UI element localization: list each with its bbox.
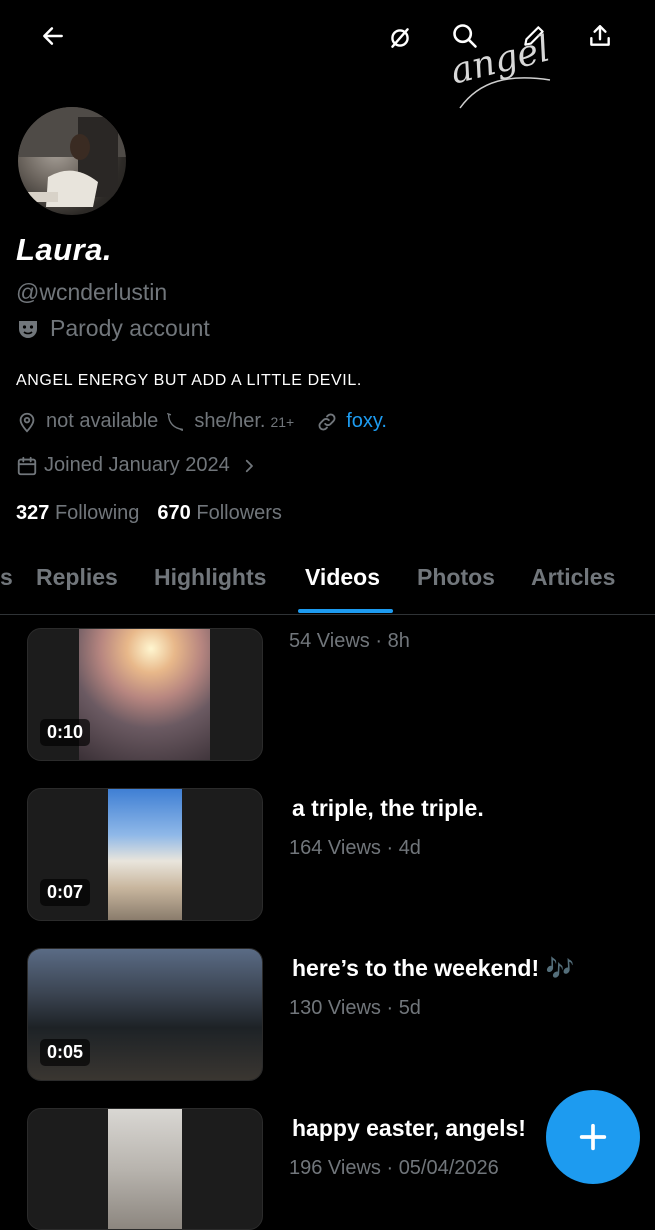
no-sync-button[interactable] — [378, 16, 422, 60]
share-icon — [590, 25, 610, 46]
back-button[interactable] — [31, 14, 75, 58]
tab-photos[interactable]: Photos — [417, 564, 495, 591]
video-stats: 196 Views · 05/04/2026 — [289, 1157, 499, 1179]
followers-label: Followers — [196, 502, 282, 524]
plus-icon — [579, 1123, 607, 1151]
video-thumbnail[interactable]: 0:05 — [27, 948, 263, 1081]
location-pin-icon — [19, 412, 35, 432]
tab-articles[interactable]: Articles — [531, 564, 615, 591]
video-duration: 0:05 — [40, 1039, 91, 1066]
following-count: 327 — [16, 502, 50, 524]
pronouns-text: she/her. — [194, 410, 266, 432]
video-frame — [79, 629, 210, 760]
joined-row[interactable]: Joined January 2024 — [16, 454, 258, 477]
chevron-right-icon — [245, 459, 253, 472]
tab-replies[interactable]: Replies — [36, 564, 118, 591]
video-duration: 0:07 — [40, 879, 91, 906]
followers-link[interactable]: 670 Followers — [157, 502, 282, 525]
link-icon — [318, 413, 336, 430]
video-frame — [108, 1109, 182, 1229]
parody-label: Parody account — [16, 315, 210, 342]
display-name: Laura. — [16, 232, 113, 267]
avatar-photo — [18, 107, 126, 207]
no-sync-icon — [391, 28, 409, 48]
video-frame — [108, 789, 182, 920]
profile-link[interactable]: foxy. — [346, 410, 387, 433]
video-stats: 164 Views · 4d — [289, 837, 421, 859]
following-label: Following — [54, 502, 140, 524]
tab-highlights[interactable]: Highlights — [154, 564, 266, 591]
age-tag: 21+ — [270, 413, 295, 430]
video-title[interactable]: happy easter, angels! — [292, 1115, 526, 1142]
tab-videos[interactable]: Videos — [305, 564, 380, 591]
arrow-left-icon — [43, 27, 63, 45]
joined-text: Joined January 2024 — [44, 454, 230, 476]
profile-meta: not available she/her. 21+ foxy. — [16, 410, 387, 433]
location-text: not available — [46, 410, 159, 432]
tab-partial[interactable]: s — [0, 564, 13, 591]
calendar-icon — [17, 456, 37, 475]
video-thumbnail[interactable]: 0:10 — [27, 628, 263, 761]
phone-icon — [167, 412, 184, 431]
active-tab-indicator — [298, 609, 393, 613]
video-title[interactable]: a triple, the triple. — [292, 795, 484, 822]
compose-button[interactable] — [546, 1090, 640, 1184]
video-title[interactable]: here’s to the weekend! 🎶 — [292, 955, 574, 982]
followers-count: 670 — [157, 502, 191, 524]
video-duration: 0:10 — [40, 719, 91, 746]
profile-tabs: s Replies Highlights Videos Photos Artic… — [0, 552, 655, 615]
username-handle: @wcnderlustin — [16, 279, 168, 305]
video-thumbnail[interactable]: 0:07 — [27, 788, 263, 921]
follow-counts: 327 Following 670 Followers — [16, 502, 282, 525]
video-stats: 130 Views · 5d — [289, 997, 421, 1019]
video-stats: 54 Views · 8h — [289, 630, 410, 652]
parody-text: Parody account — [50, 315, 210, 341]
bio: ANGEL ENERGY BUT ADD A LITTLE DEVIL. — [16, 372, 362, 389]
avatar[interactable] — [15, 104, 129, 218]
theater-mask-icon — [19, 320, 37, 338]
share-button[interactable] — [578, 14, 622, 58]
following-link[interactable]: 327 Following — [16, 502, 139, 525]
video-thumbnail[interactable] — [27, 1108, 263, 1230]
script-flourish — [459, 77, 551, 109]
